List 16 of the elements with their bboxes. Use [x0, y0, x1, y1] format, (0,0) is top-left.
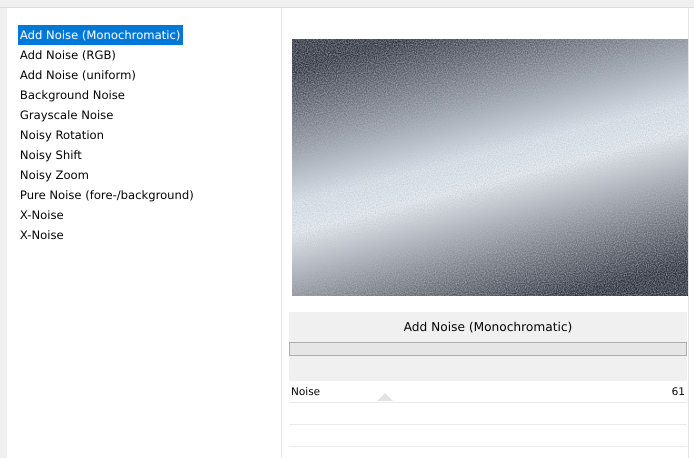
filter-item[interactable]: Noisy Zoom — [18, 165, 92, 185]
parameter-slider[interactable]: Noise 61 — [289, 381, 687, 403]
parameter-value: 61 — [670, 386, 686, 398]
filter-item[interactable]: Noisy Rotation — [18, 125, 107, 145]
filter-item[interactable]: X-Noise — [18, 225, 67, 245]
filter-title: Add Noise (Monochromatic) — [402, 319, 574, 336]
filter-item[interactable]: Noisy Shift — [18, 145, 85, 165]
filter-item[interactable]: Grayscale Noise — [18, 105, 116, 125]
filter-item[interactable]: Add Noise (RGB) — [18, 45, 119, 65]
filter-item[interactable]: Add Noise (uniform) — [18, 65, 139, 85]
parameter-label: Noise — [290, 386, 322, 398]
filter-item[interactable]: Background Noise — [18, 85, 128, 105]
filter-item[interactable]: Pure Noise (fore-/background) — [18, 185, 197, 205]
filter-item[interactable]: Add Noise (Monochromatic) — [18, 25, 184, 45]
filter-item[interactable]: X-Noise — [18, 205, 67, 225]
slider-thumb[interactable] — [376, 393, 393, 401]
